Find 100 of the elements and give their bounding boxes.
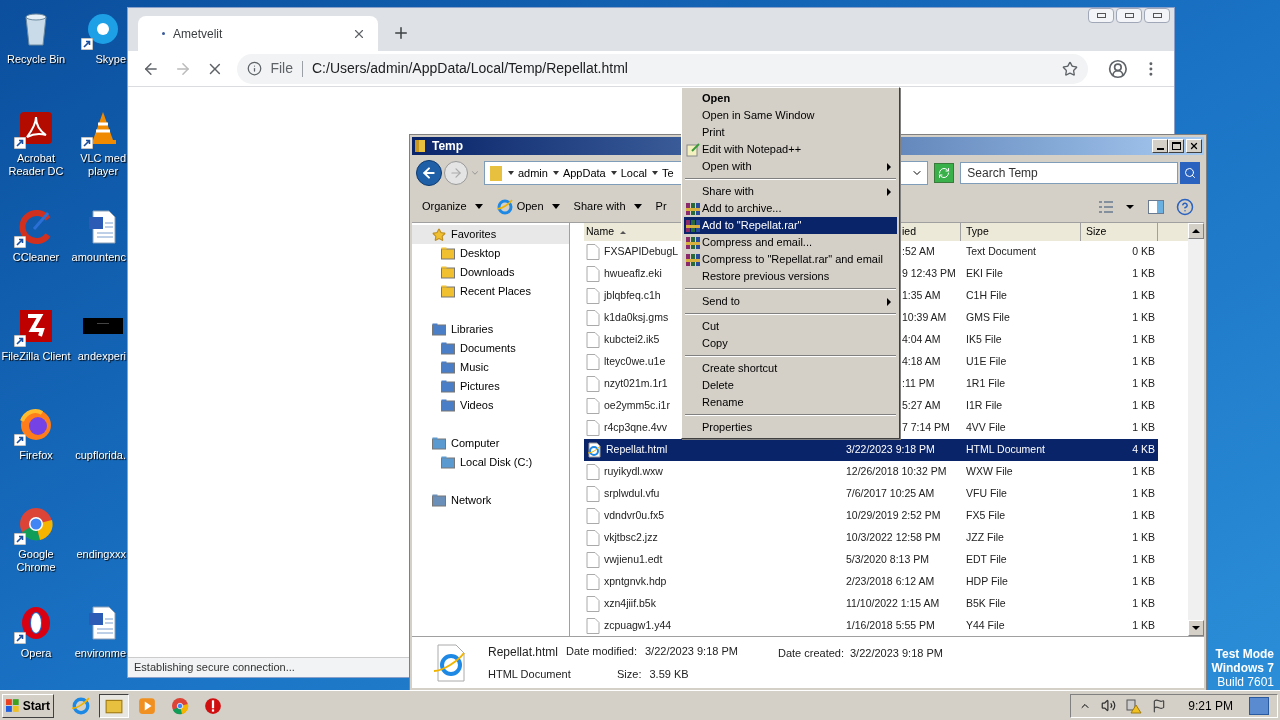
menu-item[interactable]: Compress and email... (684, 234, 897, 251)
nav-item[interactable]: Recent Places (412, 282, 569, 301)
nav-group[interactable]: Favorites (412, 225, 569, 244)
menu-item[interactable]: Open in Same Window (684, 107, 897, 124)
file-name[interactable]: kubctei2.ik5 (604, 332, 660, 348)
file-row[interactable]: Repellat.html 3/22/2023 9:18 PM HTML Document 4 KB (584, 439, 1158, 461)
file-name[interactable]: FXSAPIDebugL (604, 244, 679, 260)
search-button[interactable] (1180, 162, 1200, 184)
breadcrumb-item[interactable]: admin (517, 164, 548, 182)
search-field[interactable]: Search Temp (960, 162, 1178, 184)
address-bar[interactable]: File C:/Users/admin/AppData/Local/Temp/Repellat.html (237, 53, 1089, 84)
desktop-icon-label[interactable]: Skype (95, 53, 126, 66)
menu-item[interactable]: Share with (684, 183, 897, 200)
file-name[interactable]: hwueaflz.eki (604, 266, 662, 282)
desktop-icon-label[interactable]: VLC med player (80, 152, 126, 178)
file-name[interactable]: srplwdul.vfu (604, 486, 660, 502)
menu-item[interactable]: Properties (684, 419, 897, 436)
bookmark-star-icon[interactable] (1062, 60, 1079, 77)
minimize-button[interactable] (1088, 8, 1114, 23)
nav-group[interactable]: Libraries (412, 320, 569, 339)
media-play-icon (138, 696, 156, 715)
file-name[interactable]: Repellat.html (606, 442, 668, 458)
nav-item[interactable]: Documents (412, 339, 569, 358)
desktop-icon-label[interactable]: Acrobat Reader DC (8, 152, 64, 178)
file-name[interactable]: nzyt021m.1r1 (604, 376, 668, 392)
desktop-icon-label[interactable]: FileZilla Client (1, 350, 71, 363)
toolbar-button[interactable]: Open (496, 198, 560, 215)
menu-item[interactable]: Delete (684, 377, 897, 394)
menu-item[interactable]: Open with (684, 158, 897, 175)
scrollbar[interactable] (1188, 223, 1204, 636)
desktop-icon-label[interactable]: Recycle Bin (6, 53, 66, 66)
file-name[interactable]: zcpuagw1.y44 (604, 618, 672, 634)
profile-icon[interactable] (1108, 58, 1129, 79)
menu-item[interactable]: Add to "Repellat.rar" (684, 217, 897, 234)
desktop-icon-label[interactable]: Google Chrome (16, 548, 56, 574)
breadcrumb-item[interactable]: AppData (562, 164, 606, 182)
file-date: 12/26/2018 10:32 PM (846, 465, 947, 478)
file-name[interactable]: xpntgnvk.hdp (604, 574, 667, 590)
taskbar-button[interactable] (99, 693, 129, 718)
file-name[interactable]: r4cp3qne.4vv (604, 420, 668, 436)
desktop-icon-label[interactable]: amountenc (71, 251, 126, 264)
menu-item[interactable]: Restore previous versions (684, 268, 897, 285)
windows-flag-icon (6, 698, 20, 713)
desktop-icon-label[interactable]: Opera (20, 647, 52, 660)
action-center-flag-icon[interactable] (1152, 698, 1167, 713)
nav-group[interactable]: Network (412, 491, 569, 510)
view-dropdown-icon[interactable] (1126, 204, 1134, 209)
desktop-icon-label[interactable]: Firefox (19, 449, 53, 462)
file-name[interactable]: vwjienu1.edt (604, 552, 663, 568)
file-name[interactable]: xzn4jiif.b5k (604, 596, 656, 612)
toolbar-button[interactable]: Pr (655, 198, 667, 215)
menu-item[interactable]: Edit with Notepad++ (684, 141, 897, 158)
file-name[interactable]: jblqbfeq.c1h (604, 288, 661, 304)
nav-item[interactable]: Videos (412, 396, 569, 415)
nav-item[interactable]: Desktop (412, 244, 569, 263)
nav-item[interactable]: Downloads (412, 263, 569, 282)
menu-item[interactable]: Create shortcut (684, 360, 897, 377)
desktop-icon-label[interactable]: cupflorida. (75, 449, 126, 462)
browser-tab[interactable]: Ametvelit (138, 16, 378, 51)
show-desktop-button[interactable] (1249, 696, 1269, 715)
speaker-icon[interactable] (1101, 698, 1117, 713)
file-name[interactable]: vkjtbsc2.jzz (604, 530, 658, 546)
nav-group[interactable]: Computer (412, 434, 569, 453)
nav-item[interactable]: Local Disk (C:) (412, 453, 569, 472)
desktop-icon-label[interactable]: andexperi (77, 350, 126, 363)
close-button[interactable] (1144, 8, 1170, 23)
toolbar-button[interactable]: Share with (573, 198, 642, 215)
file-name[interactable]: vdndvr0u.fx5 (604, 508, 665, 524)
column-header[interactable]: Type (961, 223, 1081, 241)
menu-item[interactable]: Print (684, 124, 897, 141)
file-name[interactable]: k1da0ksj.gms (604, 310, 669, 326)
file-name[interactable]: lteyc0we.u1e (604, 354, 666, 370)
toolbar-button[interactable]: Organize (422, 198, 483, 215)
nav-item[interactable]: Pictures (412, 377, 569, 396)
menu-item[interactable]: Cut (684, 318, 897, 335)
file-name[interactable]: oe2ymm5c.i1r (604, 398, 670, 414)
desktop-icon-label[interactable]: CCleaner (12, 251, 60, 264)
menu-item[interactable]: Compress to "Repellat.rar" and email (684, 251, 897, 268)
menu-item[interactable]: Add to archive... (684, 200, 897, 217)
menu-item[interactable]: Open (684, 90, 897, 107)
desktop-icon-label[interactable]: endingxxx (76, 548, 126, 561)
nav-item[interactable]: Music (412, 358, 569, 377)
zigzag-app-icon (18, 308, 54, 344)
new-tab-icon[interactable] (392, 24, 410, 42)
globe-e-icon (72, 696, 90, 715)
menu-item[interactable]: Send to (684, 293, 897, 310)
preview-pane-icon[interactable] (1148, 199, 1164, 214)
start-button[interactable]: Start (2, 693, 54, 718)
refresh-button[interactable] (934, 163, 955, 183)
maximize-button[interactable] (1116, 8, 1142, 23)
breadcrumb-item[interactable]: Te (662, 164, 674, 182)
desktop-icon-label[interactable]: environme (74, 647, 126, 660)
column-header[interactable]: Size (1081, 223, 1158, 241)
back-button[interactable] (416, 160, 442, 186)
group-icon (432, 494, 446, 507)
breadcrumb-item[interactable]: Local (620, 164, 647, 182)
file-name[interactable]: ruyikydl.wxw (604, 464, 663, 480)
menu-item[interactable]: Copy (684, 335, 897, 352)
help-icon[interactable] (1176, 197, 1194, 216)
menu-item[interactable]: Rename (684, 394, 897, 411)
